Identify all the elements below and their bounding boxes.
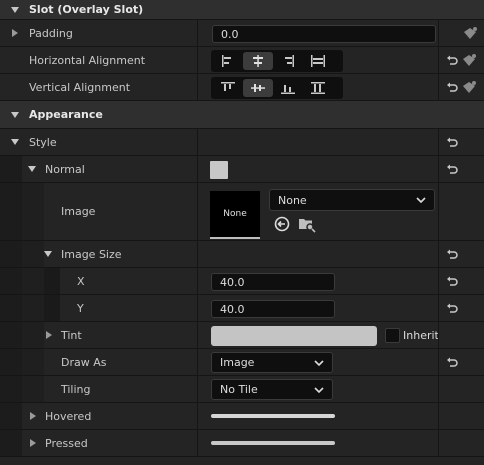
tint-label: Tint xyxy=(61,328,82,342)
tint-color-block[interactable] xyxy=(211,326,377,346)
row-partial xyxy=(0,457,484,465)
padding-label: Padding xyxy=(29,26,73,40)
valign-top-icon[interactable] xyxy=(213,79,243,97)
row-normal: Normal xyxy=(0,156,484,183)
y-label: Y xyxy=(77,301,84,315)
image-asset-value: None xyxy=(278,193,307,207)
normal-label: Normal xyxy=(45,162,85,176)
inherit-checkbox[interactable] xyxy=(385,328,400,343)
collapse-arrow-icon[interactable] xyxy=(11,101,19,128)
valign-bottom-icon[interactable] xyxy=(273,79,303,97)
use-selected-asset-icon[interactable] xyxy=(274,216,290,232)
expand-arrow-icon[interactable] xyxy=(30,403,36,429)
image-label: Image xyxy=(61,205,96,218)
color-swatch[interactable] xyxy=(210,161,228,179)
vertical-alignment-label: Vertical Alignment xyxy=(29,80,131,94)
pressed-color-preview[interactable] xyxy=(211,441,335,445)
collapse-arrow-icon[interactable] xyxy=(28,156,36,182)
chevron-down-icon xyxy=(416,197,426,204)
style-label: Style xyxy=(29,135,57,149)
align-left-icon[interactable] xyxy=(213,52,243,70)
expand-arrow-icon[interactable] xyxy=(30,430,36,456)
row-tiling: Tiling No Tile xyxy=(0,376,484,403)
align-right-icon[interactable] xyxy=(273,52,303,70)
diff-icon[interactable] xyxy=(462,26,478,40)
tiling-label: Tiling xyxy=(61,382,91,396)
row-pressed: Pressed xyxy=(0,430,484,457)
row-image-size: Image Size xyxy=(0,241,484,268)
row-hovered: Hovered xyxy=(0,403,484,430)
chevron-down-icon xyxy=(314,386,324,393)
inherit-label: Inherit xyxy=(403,328,439,342)
pressed-label: Pressed xyxy=(45,436,88,450)
padding-input[interactable]: 0.0 xyxy=(212,25,436,43)
y-input[interactable]: 40.0 xyxy=(211,300,335,318)
row-image-size-x: X 40.0 xyxy=(0,268,484,295)
draw-as-combo[interactable]: Image xyxy=(211,352,333,373)
category-appearance[interactable]: Appearance xyxy=(0,101,484,129)
row-vertical-alignment: Vertical Alignment xyxy=(0,74,484,101)
align-center-icon[interactable] xyxy=(243,52,273,70)
draw-as-label: Draw As xyxy=(61,355,107,369)
reset-icon[interactable] xyxy=(446,136,458,148)
valign-fill-icon[interactable] xyxy=(303,79,333,97)
row-horizontal-alignment: Horizontal Alignment xyxy=(0,47,484,74)
collapse-arrow-icon[interactable] xyxy=(11,0,19,19)
image-thumbnail[interactable]: None xyxy=(210,191,260,239)
reset-icon[interactable] xyxy=(446,81,458,93)
reset-icon[interactable] xyxy=(446,248,458,260)
reset-icon[interactable] xyxy=(446,356,458,368)
x-input[interactable]: 40.0 xyxy=(211,273,335,291)
category-title: Appearance xyxy=(29,108,103,121)
diff-icon[interactable] xyxy=(461,80,477,94)
row-image: Image None None xyxy=(0,183,484,241)
valign-center-icon[interactable] xyxy=(243,79,273,97)
reset-icon[interactable] xyxy=(446,275,458,287)
horizontal-alignment-segment xyxy=(211,50,343,72)
collapse-arrow-icon[interactable] xyxy=(44,241,52,267)
collapse-arrow-icon[interactable] xyxy=(11,129,19,155)
expand-arrow-icon[interactable] xyxy=(46,322,52,348)
category-title: Slot (Overlay Slot) xyxy=(29,3,144,16)
x-label: X xyxy=(77,274,85,288)
diff-icon[interactable] xyxy=(461,53,477,67)
category-slot[interactable]: Slot (Overlay Slot) xyxy=(0,0,484,20)
image-size-label: Image Size xyxy=(61,247,122,261)
align-fill-icon[interactable] xyxy=(303,52,333,70)
row-padding: Padding 0.0 xyxy=(0,20,484,47)
reset-icon[interactable] xyxy=(446,163,458,175)
image-asset-combo[interactable]: None xyxy=(269,189,435,211)
chevron-down-icon xyxy=(314,359,324,366)
horizontal-alignment-label: Horizontal Alignment xyxy=(29,53,146,67)
row-tint: Tint Inherit xyxy=(0,322,484,349)
draw-as-value: Image xyxy=(220,356,255,369)
reset-icon[interactable] xyxy=(446,302,458,314)
row-style: Style xyxy=(0,129,484,156)
hovered-color-preview[interactable] xyxy=(211,414,335,418)
vertical-alignment-segment xyxy=(211,77,343,99)
row-image-size-y: Y 40.0 xyxy=(0,295,484,322)
browse-asset-icon[interactable] xyxy=(298,215,316,233)
expand-arrow-icon[interactable] xyxy=(12,20,18,46)
hovered-label: Hovered xyxy=(45,409,92,423)
row-draw-as: Draw As Image xyxy=(0,349,484,376)
reset-icon[interactable] xyxy=(446,54,458,66)
tiling-combo[interactable]: No Tile xyxy=(211,379,333,400)
tiling-value: No Tile xyxy=(220,383,258,396)
